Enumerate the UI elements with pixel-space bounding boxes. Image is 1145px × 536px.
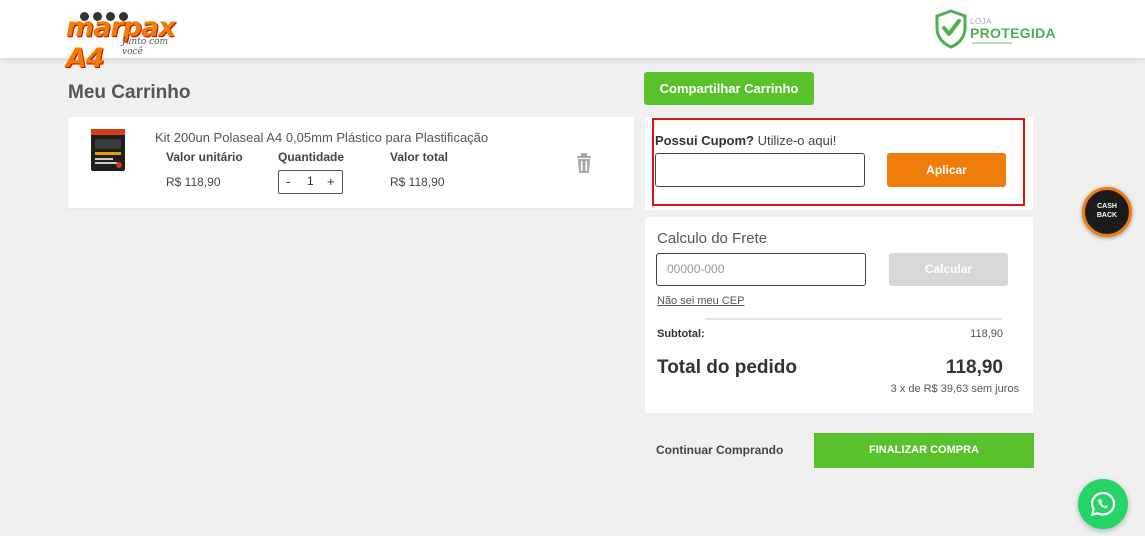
dont-know-cep-link[interactable]: Não sei meu CEP bbox=[657, 295, 744, 307]
cart-item: Kit 200un Polaseal A4 0,05mm Plástico pa… bbox=[68, 117, 634, 208]
calculate-shipping-button[interactable]: Calcular bbox=[889, 253, 1008, 286]
coupon-title: Possui Cupom? Utilize-o aqui! bbox=[655, 133, 836, 148]
continue-shopping-link[interactable]: Continuar Comprando bbox=[656, 443, 783, 457]
cashback-line2: BACK bbox=[1096, 212, 1118, 219]
secure-badge-underline bbox=[972, 42, 1012, 44]
coupon-input[interactable] bbox=[655, 153, 865, 187]
finalize-purchase-button[interactable]: FINALIZAR COMPRA bbox=[814, 433, 1034, 468]
coupon-title-text: Utilize-o aqui! bbox=[753, 133, 837, 148]
summary-divider bbox=[705, 318, 1002, 320]
unit-price-value: R$ 118,90 bbox=[166, 175, 221, 189]
cep-input[interactable]: 00000-000 bbox=[656, 253, 866, 286]
subtotal-label: Subtotal: bbox=[657, 328, 705, 340]
product-name[interactable]: Kit 200un Polaseal A4 0,05mm Plástico pa… bbox=[155, 130, 488, 145]
apply-coupon-button[interactable]: Aplicar bbox=[887, 153, 1006, 187]
secure-badge-text: PROTEGIDA bbox=[970, 25, 1056, 41]
store-logo[interactable]: marpax A4 Junto com você bbox=[66, 10, 188, 74]
coupon-title-bold: Possui Cupom? bbox=[655, 133, 754, 148]
quantity-decrement-button[interactable]: - bbox=[286, 174, 290, 189]
share-cart-button[interactable]: Compartilhar Carrinho bbox=[644, 72, 814, 105]
whatsapp-icon bbox=[1090, 491, 1116, 517]
cashback-line1: CASH bbox=[1097, 203, 1117, 210]
quantity-increment-button[interactable]: + bbox=[327, 174, 335, 189]
order-total-value: 118,90 bbox=[945, 357, 1003, 378]
quantity-value[interactable]: 1 bbox=[307, 174, 314, 188]
shipping-title: Calculo do Frete bbox=[657, 230, 768, 247]
total-price-value: R$ 118,90 bbox=[390, 175, 445, 189]
secure-store-badge: LOJA PROTEGIDA bbox=[934, 9, 1056, 51]
quantity-stepper: - 1 + bbox=[278, 170, 343, 194]
total-price-label: Valor total bbox=[390, 150, 449, 164]
cashback-widget[interactable]: CASH BACK bbox=[1082, 187, 1132, 237]
whatsapp-button[interactable] bbox=[1078, 479, 1128, 529]
page-title: Meu Carrinho bbox=[68, 82, 191, 103]
product-thumbnail[interactable] bbox=[87, 127, 129, 173]
site-header: marpax A4 Junto com você LOJA PROTEGIDA bbox=[0, 0, 1145, 74]
installments-text: 3 x de R$ 39,63 sem juros bbox=[890, 383, 1019, 395]
trash-icon[interactable] bbox=[576, 153, 592, 173]
logo-tagline: Junto com você bbox=[122, 37, 169, 57]
order-total-label: Total do pedido bbox=[657, 357, 798, 378]
unit-price-label: Valor unitário bbox=[166, 150, 243, 164]
quantity-label: Quantidade bbox=[278, 150, 345, 164]
subtotal-value: 118,90 bbox=[970, 328, 1003, 340]
shield-check-icon bbox=[935, 9, 967, 49]
